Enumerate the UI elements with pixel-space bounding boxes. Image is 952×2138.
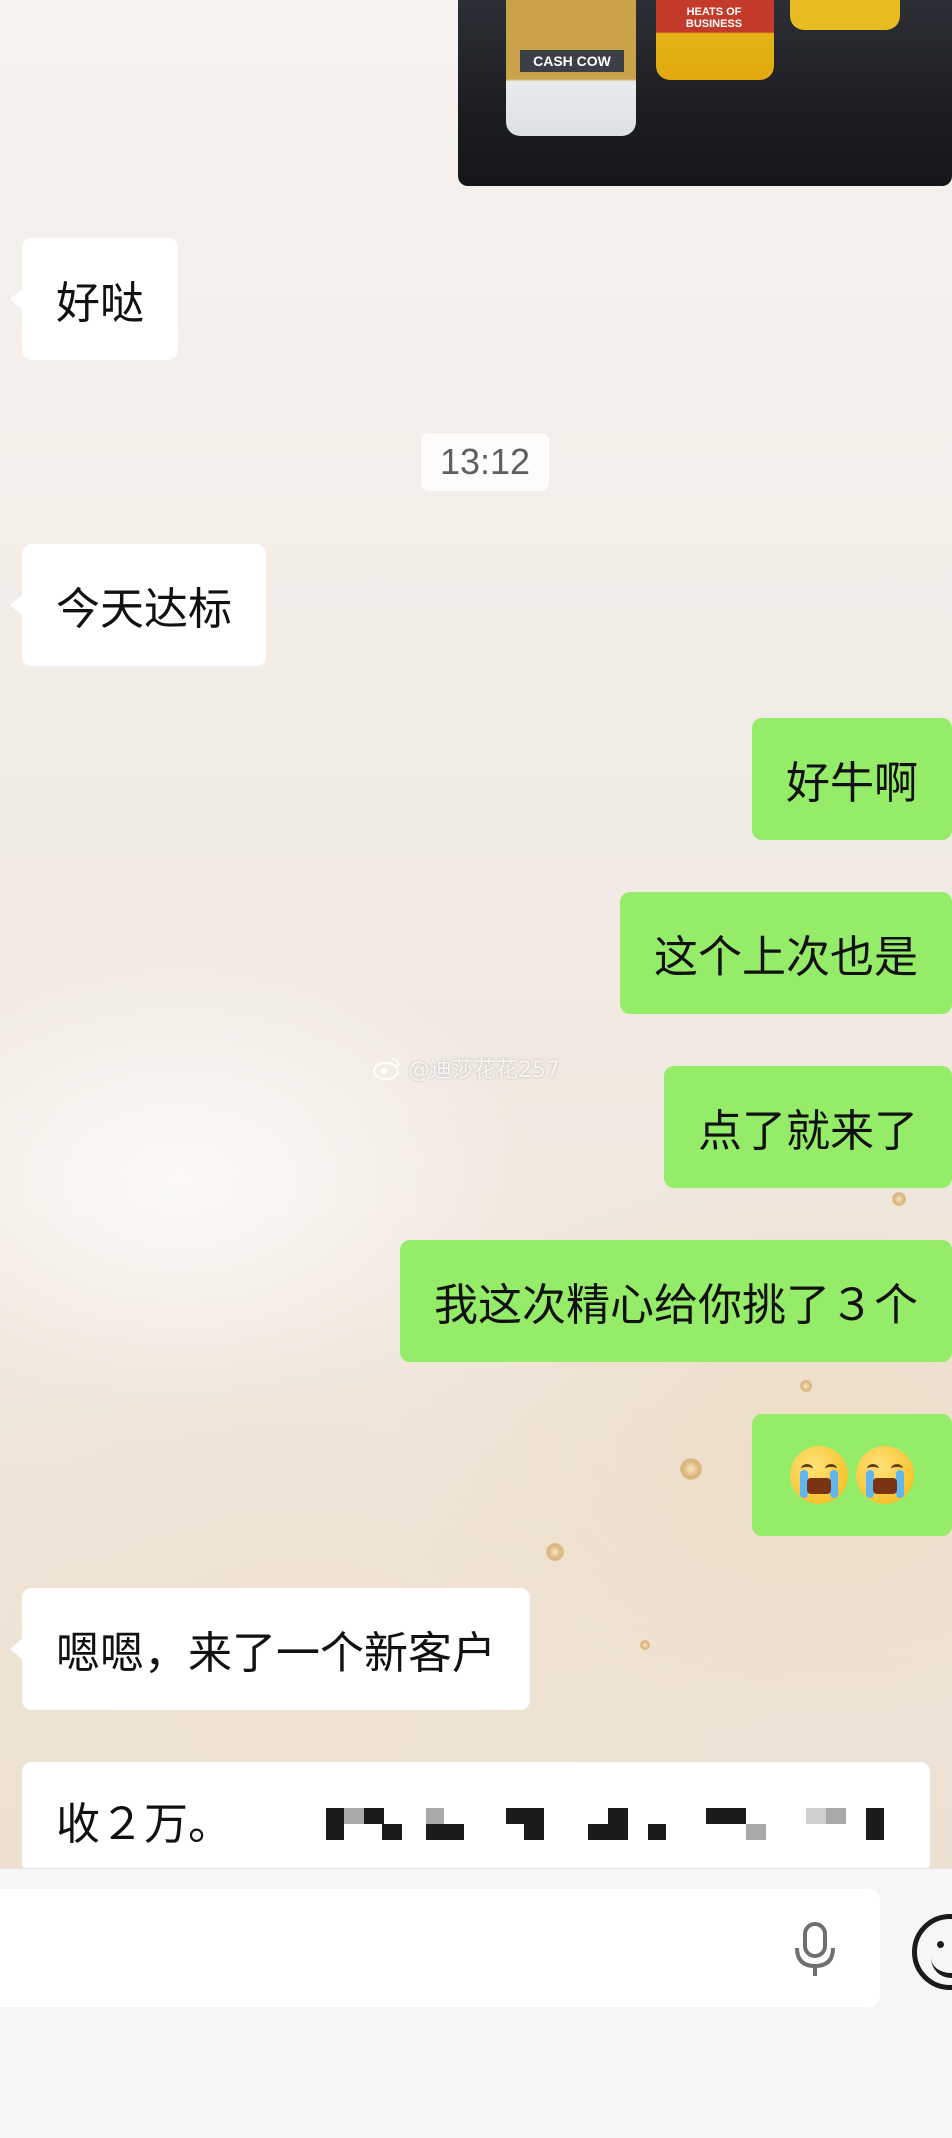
message-text: 今天达标 xyxy=(56,584,232,635)
message-input[interactable] xyxy=(0,1889,880,2007)
message-bubble-outgoing[interactable]: 好牛啊 xyxy=(752,718,952,840)
chat-input-bar xyxy=(0,1868,952,2138)
weibo-logo-icon xyxy=(373,1058,400,1080)
bottle-image: HEATS OF BUSINESS xyxy=(656,0,774,80)
sparkle-decoration xyxy=(640,1640,650,1650)
bottle-image xyxy=(790,0,900,30)
sparkle-decoration xyxy=(546,1543,564,1561)
message-timestamp: 13:12 xyxy=(421,433,549,491)
watermark-text: @迪莎花花257 xyxy=(408,1058,560,1083)
message-text: 这个上次也是 xyxy=(654,932,918,983)
message-bubble-outgoing[interactable]: 点了就来了 xyxy=(664,1066,952,1188)
message-bubble-incoming[interactable]: 嗯嗯，来了一个新客户 xyxy=(10,1588,530,1710)
sparkle-decoration xyxy=(800,1380,812,1392)
bottle-label: CASH COW xyxy=(520,50,624,72)
message-text: 收２万。 xyxy=(56,1799,232,1850)
message-bubble-incoming[interactable]: 今天达标 xyxy=(10,544,266,666)
message-bubble-incoming[interactable]: 好哒 xyxy=(10,238,178,360)
message-text: 嗯嗯，来了一个新客户 xyxy=(56,1628,496,1679)
message-bubble-incoming[interactable]: 收２万。 xyxy=(22,1762,930,1872)
watermark: @迪莎花花257 xyxy=(372,1052,560,1084)
message-bubble-outgoing[interactable]: 我这次精心给你挑了３个 xyxy=(400,1240,952,1362)
message-bubble-outgoing[interactable]: 这个上次也是 xyxy=(620,892,952,1014)
message-bubble-outgoing[interactable] xyxy=(752,1414,952,1536)
sparkle-decoration xyxy=(680,1458,702,1480)
message-text: 好牛啊 xyxy=(786,758,918,809)
message-text: 点了就来了 xyxy=(698,1106,918,1157)
crying-face-icon xyxy=(856,1446,914,1504)
microphone-icon[interactable] xyxy=(790,1920,840,1980)
image-message[interactable]: CASH COW HEATS OF BUSINESS xyxy=(458,0,952,186)
message-text: 我这次精心给你挑了３个 xyxy=(434,1280,918,1331)
sparkle-decoration xyxy=(892,1192,906,1206)
bottle-image: CASH COW xyxy=(506,0,636,136)
bottle-label: HEATS OF BUSINESS xyxy=(685,6,743,30)
message-text: 好哒 xyxy=(56,278,144,329)
crying-face-icon xyxy=(790,1446,848,1504)
